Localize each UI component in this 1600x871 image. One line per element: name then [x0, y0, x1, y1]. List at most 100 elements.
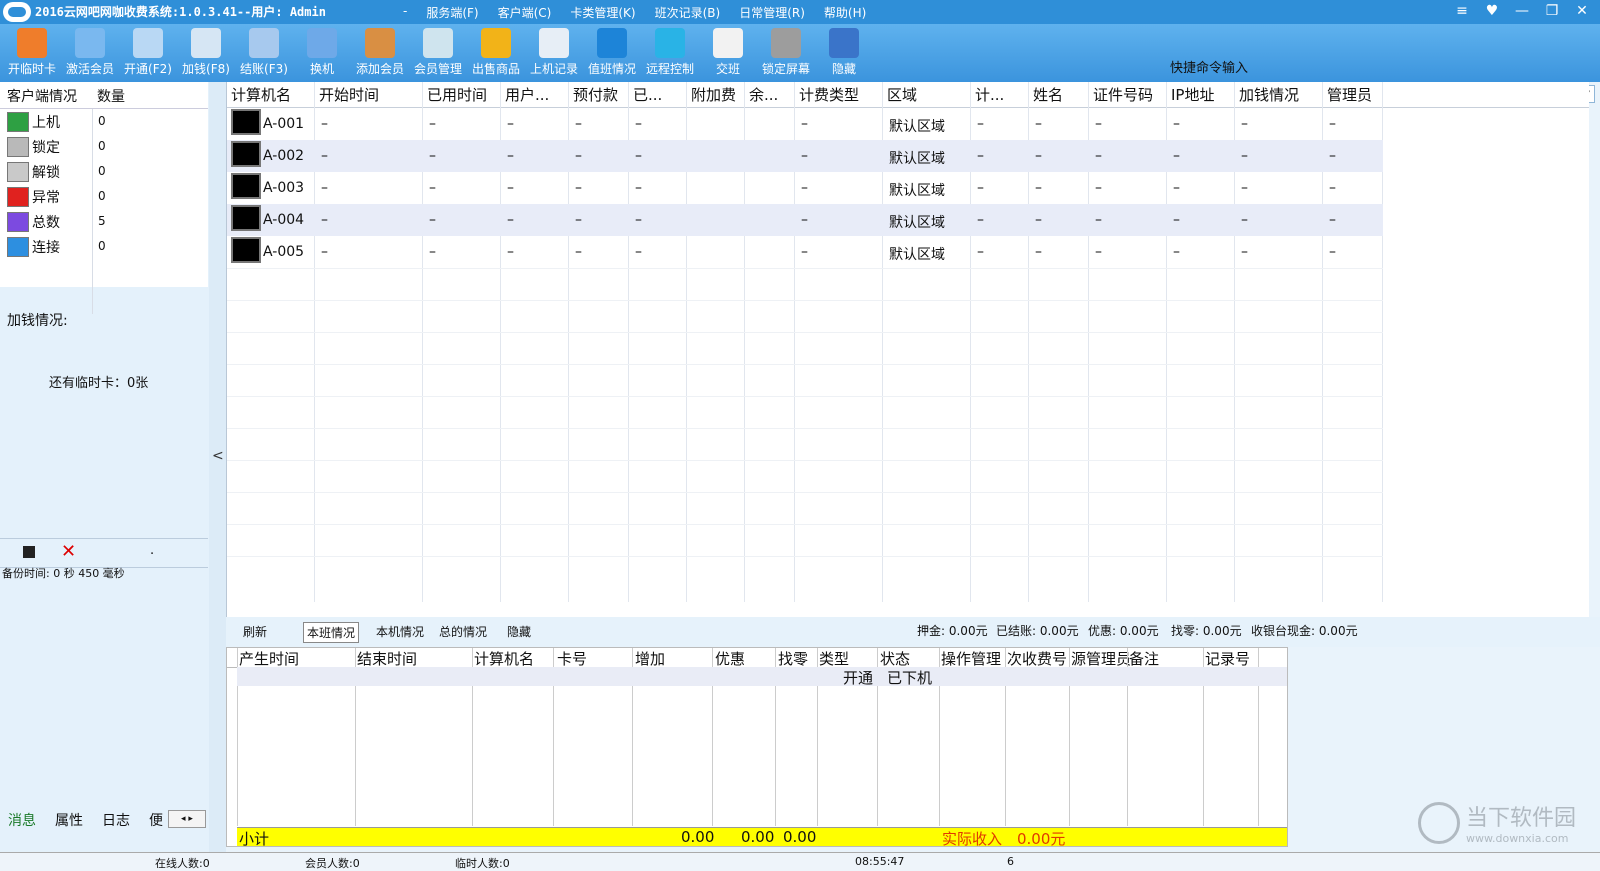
duty-status-button[interactable]: 值班情况	[583, 28, 641, 77]
col-end-time[interactable]: 结束时间	[357, 648, 417, 669]
col-increase[interactable]: 增加	[635, 648, 665, 669]
col-id-number[interactable]: 证件号码	[1093, 84, 1153, 105]
tab-this-machine[interactable]: 本机情况	[373, 622, 427, 641]
col-prepaid[interactable]: 预付款	[573, 84, 618, 105]
actual-income-label: 实际收入	[942, 830, 1003, 848]
col-created-time[interactable]: 产生时间	[239, 648, 299, 669]
save-icon[interactable]	[23, 546, 35, 558]
tab-refresh[interactable]: 刷新	[240, 622, 270, 641]
table-row[interactable]: A-001 – – – – – – 默认区域 – – – – – –	[227, 108, 1383, 140]
open-temp-card-button[interactable]: 开临时卡	[3, 28, 61, 77]
subtotal-label: 小计	[239, 830, 270, 848]
records-header: 产生时间 结束时间 计算机名 卡号 增加 优惠 找零 类型 状态 操作管理 次收…	[227, 648, 1287, 668]
col-card-number[interactable]: 卡号	[557, 648, 587, 669]
col-balance[interactable]: 余...	[749, 84, 778, 105]
table-row[interactable]: A-003 – – – – – – 默认区域 – – – – – –	[227, 172, 1383, 204]
stats-header: 客户端情况 数量	[0, 82, 208, 109]
lock-screen-button[interactable]: 锁定屏幕	[757, 28, 815, 77]
col-admin[interactable]: 管理员	[1327, 84, 1372, 105]
col-notes[interactable]: 备注	[1129, 648, 1159, 669]
watermark-logo-icon	[1418, 802, 1460, 844]
minimize-icon[interactable]: —	[1510, 1, 1534, 21]
activate-member-button[interactable]: 激活会员	[61, 28, 119, 77]
menu-client[interactable]: 客户端(C)	[498, 4, 552, 21]
remote-control-button[interactable]: 远程控制	[641, 28, 699, 77]
table-row[interactable]: A-005 – – – – – – 默认区域 – – – – – –	[227, 236, 1383, 268]
sell-goods-button[interactable]: 出售商品	[467, 28, 525, 77]
col-used-time[interactable]: 已用时间	[427, 84, 487, 105]
menu-shift-records[interactable]: 班次记录(B)	[655, 4, 721, 21]
col-user[interactable]: 用户...	[505, 84, 549, 105]
table-row[interactable]: A-004 – – – – – – 默认区域 – – – – – –	[227, 204, 1383, 236]
subtotal-discount: 0.00	[741, 828, 775, 846]
col-record-number[interactable]: 记录号	[1205, 648, 1250, 669]
stats-row[interactable]: 锁定 0	[0, 134, 208, 159]
tab-properties[interactable]: 属性	[55, 810, 83, 830]
divider	[92, 109, 93, 314]
filter-row[interactable]: 开通 已下机	[237, 667, 1287, 687]
member-management-button[interactable]: 会员管理	[409, 28, 467, 77]
temp-card-icon	[17, 28, 47, 58]
menu-daily[interactable]: 日常管理(R)	[739, 4, 805, 21]
subtotal-add: 0.00	[681, 828, 715, 846]
col-name[interactable]: 姓名	[1033, 84, 1063, 105]
col-computer[interactable]: 计算机名	[474, 648, 534, 669]
menu-help[interactable]: 帮助(H)	[824, 4, 866, 21]
left-bottom-tabs: 消息 属性 日志 便 ◂ ▸	[8, 810, 206, 830]
menu-icon[interactable]: ≡	[1450, 1, 1474, 21]
col-area[interactable]: 区域	[887, 84, 917, 105]
col-computer-name[interactable]: 计算机名	[231, 84, 291, 105]
switch-machine-button[interactable]: 换机	[293, 28, 351, 77]
hide-button[interactable]: 隐藏	[815, 28, 873, 77]
save-bar-dot: .	[150, 543, 155, 558]
delete-icon[interactable]: ✕	[61, 541, 76, 562]
checkout-button[interactable]: 结账(F3)	[235, 28, 293, 77]
stats-row[interactable]: 总数 5	[0, 209, 208, 234]
menu-server[interactable]: 服务端(F)	[426, 4, 478, 21]
book-icon	[829, 28, 859, 58]
discount-total: 优惠: 0.00元	[1088, 624, 1159, 638]
quick-command-label: 快捷命令输入	[1170, 61, 1249, 76]
tab-scroll-arrows[interactable]: ◂ ▸	[168, 810, 206, 828]
panel-splitter[interactable]: <	[209, 82, 226, 852]
cloud-logo-icon	[3, 2, 31, 22]
stats-header-count: 数量	[97, 89, 125, 105]
col-surcharge[interactable]: 附加费	[691, 84, 736, 105]
col-status[interactable]: 状态	[880, 648, 910, 669]
hand-over-button[interactable]: 交班	[699, 28, 757, 77]
add-money-button[interactable]: 加钱(F8)	[177, 28, 235, 77]
stats-row[interactable]: 上机 0	[0, 109, 208, 134]
col-add-money[interactable]: 加钱情况	[1239, 84, 1299, 105]
menu-card-types[interactable]: 卡类管理(K)	[570, 4, 635, 21]
deposit-total: 押金: 0.00元	[917, 624, 988, 638]
close-icon[interactable]: ✕	[1570, 1, 1594, 21]
restore-icon[interactable]: ❐	[1540, 1, 1564, 21]
col-ip[interactable]: IP地址	[1171, 84, 1214, 105]
login-records-button[interactable]: 上机记录	[525, 28, 583, 77]
tab-hide[interactable]: 隐藏	[504, 622, 534, 641]
tab-log[interactable]: 日志	[102, 810, 130, 830]
favorite-icon[interactable]: ♥	[1480, 1, 1504, 21]
col-charge-number[interactable]: 次收费号	[1007, 648, 1067, 669]
col-paid[interactable]: 已...	[633, 84, 662, 105]
stats-row[interactable]: 连接 0	[0, 234, 208, 259]
online-count: 在线人数:0	[155, 857, 210, 870]
col-change[interactable]: 找零	[778, 648, 808, 669]
stats-row[interactable]: 解锁 0	[0, 159, 208, 184]
col-start-time[interactable]: 开始时间	[319, 84, 379, 105]
table-row[interactable]: A-002 – – – – – – 默认区域 – – – – – –	[227, 140, 1383, 172]
col-operator[interactable]: 操作管理	[941, 648, 1001, 669]
col-billing-type[interactable]: 计费类型	[799, 84, 859, 105]
tab-more[interactable]: 便	[149, 810, 163, 830]
stats-row[interactable]: 异常 0	[0, 184, 208, 209]
col-type[interactable]: 类型	[819, 648, 849, 669]
col-source-admin[interactable]: 源管理员	[1071, 648, 1131, 669]
tab-messages[interactable]: 消息	[8, 810, 36, 830]
col-discount[interactable]: 优惠	[715, 648, 745, 669]
tab-overall[interactable]: 总的情况	[436, 622, 490, 641]
chevron-left-icon[interactable]: <	[212, 448, 224, 464]
add-member-button[interactable]: 添加会员	[351, 28, 409, 77]
tab-this-shift[interactable]: 本班情况	[303, 622, 360, 643]
col-count[interactable]: 计...	[975, 84, 1004, 105]
open-button[interactable]: 开通(F2)	[119, 28, 177, 77]
